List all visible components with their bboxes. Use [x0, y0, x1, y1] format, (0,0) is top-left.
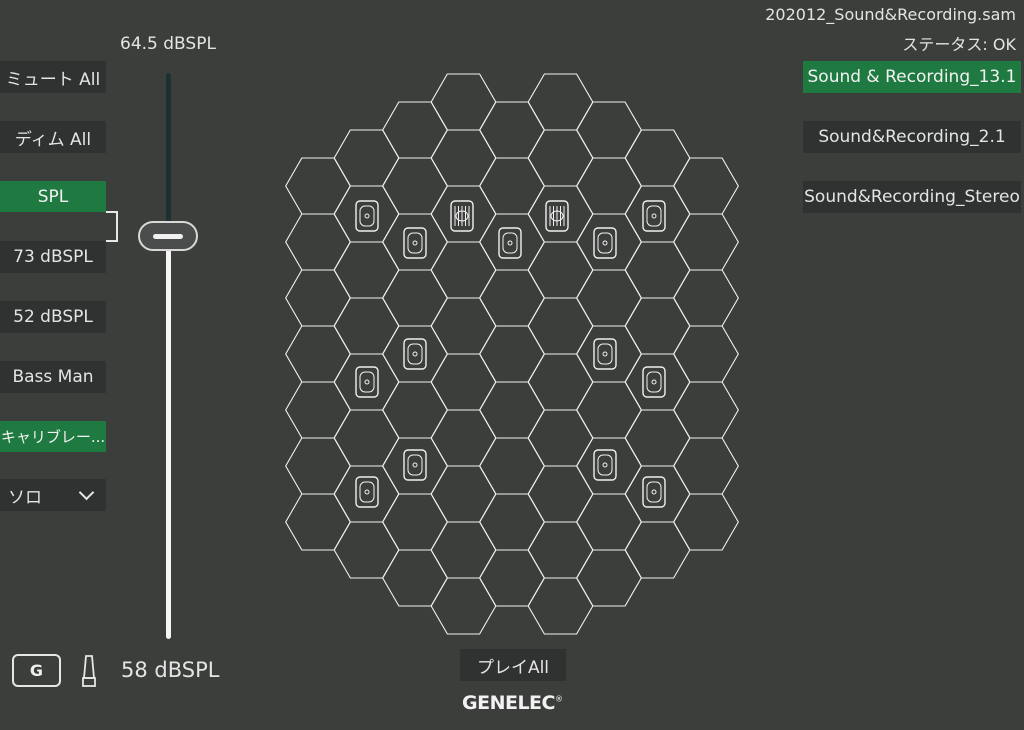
genelec-logo: GENELEC® [462, 692, 563, 714]
hex-cell [285, 493, 351, 551]
speaker-layout-grid[interactable] [0, 0, 1024, 730]
hex-cell [673, 269, 739, 327]
hex-cell [527, 353, 594, 411]
hex-cell [285, 381, 351, 439]
hex-cell [430, 129, 497, 187]
hex-cell [624, 297, 691, 355]
hex-cell [430, 521, 497, 579]
hex-cell [576, 381, 642, 439]
hex-cell [479, 157, 545, 215]
speaker-icon[interactable] [498, 227, 522, 259]
hex-cells [285, 73, 739, 635]
hex-cell [382, 101, 448, 159]
hex-cell [285, 269, 351, 327]
hex-cell [333, 129, 400, 187]
subwoofer-icon[interactable] [450, 200, 474, 232]
hex-cell [576, 493, 642, 551]
hex-cell [527, 521, 594, 579]
hex-cell [382, 269, 448, 327]
hex-cell [430, 577, 497, 635]
hex-cell [673, 437, 739, 495]
brand-mark: ® [554, 694, 563, 704]
speaker-icon[interactable] [593, 338, 617, 370]
speaker-icon[interactable] [403, 227, 427, 259]
hex-cell [673, 157, 739, 215]
hex-cell [285, 325, 351, 383]
hex-cell [527, 465, 594, 523]
play-all-button[interactable]: プレイAll [460, 649, 566, 681]
hex-cell [333, 409, 400, 467]
hex-cell [430, 465, 497, 523]
hex-cell [333, 297, 400, 355]
hex-cell [479, 381, 545, 439]
hex-cell [479, 101, 545, 159]
hex-cell [430, 297, 497, 355]
hex-cell [285, 157, 351, 215]
hex-cell [527, 129, 594, 187]
hex-cell [430, 353, 497, 411]
hex-cell [527, 241, 594, 299]
speaker-icon[interactable] [403, 449, 427, 481]
hex-cell [479, 549, 545, 607]
hex-cell [382, 381, 448, 439]
speaker-icon[interactable] [403, 338, 427, 370]
speaker-icon[interactable] [355, 200, 379, 232]
hex-cell [382, 549, 448, 607]
hex-cell [333, 241, 400, 299]
hex-cell [382, 157, 448, 215]
hex-cell [673, 493, 739, 551]
hex-cell [479, 437, 545, 495]
speaker-icon[interactable] [642, 366, 666, 398]
hex-cell [527, 297, 594, 355]
hex-cell [576, 269, 642, 327]
hex-cell [479, 493, 545, 551]
hex-cell [527, 73, 594, 131]
hex-cell [673, 325, 739, 383]
hex-cell [430, 409, 497, 467]
hex-cell [430, 241, 497, 299]
hex-cell [285, 213, 351, 271]
subwoofer-icon[interactable] [545, 200, 569, 232]
speaker-icon[interactable] [642, 200, 666, 232]
hex-cell [576, 157, 642, 215]
hex-cell [479, 269, 545, 327]
speaker-icon[interactable] [355, 476, 379, 508]
speakers [355, 200, 666, 508]
hex-cell [333, 521, 400, 579]
hex-cell [576, 101, 642, 159]
speaker-icon[interactable] [593, 227, 617, 259]
hex-cell [624, 409, 691, 467]
hex-cell [527, 409, 594, 467]
brand-name: GENELEC [462, 692, 555, 714]
hex-cell [624, 129, 691, 187]
hex-cell [624, 521, 691, 579]
hex-cell [430, 73, 497, 131]
speaker-icon[interactable] [355, 366, 379, 398]
hex-cell [479, 325, 545, 383]
hex-cell [382, 493, 448, 551]
hex-cell [285, 437, 351, 495]
hex-cell [673, 213, 739, 271]
speaker-icon[interactable] [642, 476, 666, 508]
hex-cell [624, 241, 691, 299]
hex-cell [673, 381, 739, 439]
speaker-icon[interactable] [593, 449, 617, 481]
hex-cell [576, 549, 642, 607]
hex-cell [527, 577, 594, 635]
